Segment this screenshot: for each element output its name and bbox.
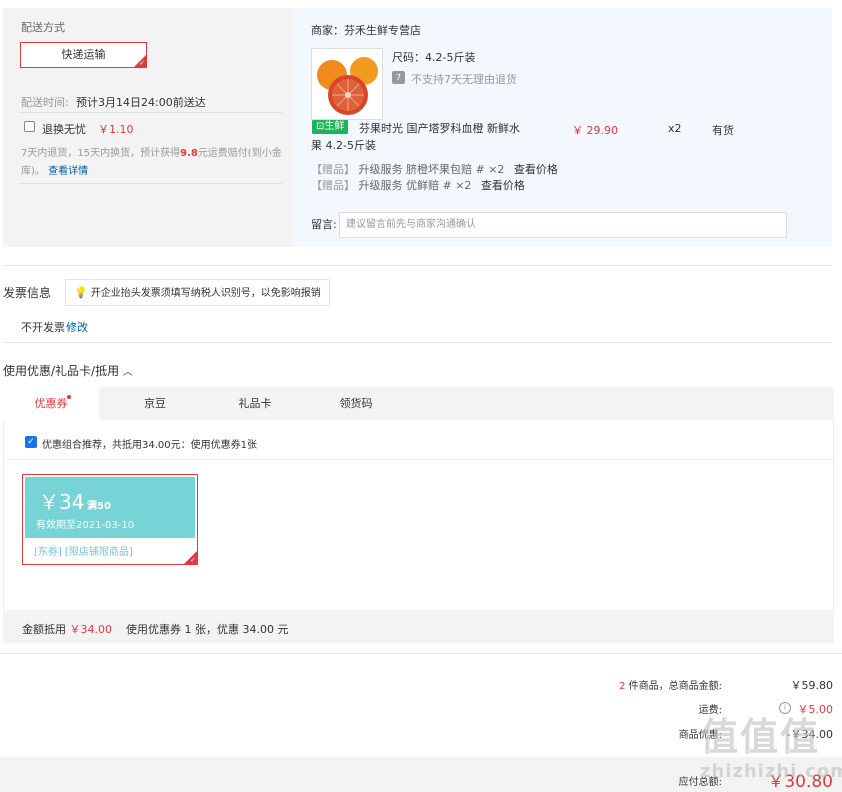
return-policy-text: 7天内退货，15天内换货，预计获得9.8元运费赔付(到小金库)。 查看详情 xyxy=(21,145,286,181)
return-text-part1: 7天内退货，15天内换货，预计获得 xyxy=(21,148,181,159)
tab-jingdou[interactable]: 京豆 xyxy=(110,387,200,420)
check-icon: ✓ xyxy=(139,59,145,67)
goods-total-label: 件商品，总商品金额: xyxy=(628,681,722,692)
note-label: 留言: xyxy=(311,218,337,231)
gift-item: 【赠品】 升级服务 优鲜赔 # ×2 查看价格 xyxy=(311,177,525,193)
product-quantity: x2 xyxy=(668,122,682,135)
view-price-link[interactable]: 查看价格 xyxy=(514,163,558,176)
tab-coupons[interactable]: 优惠券 xyxy=(3,387,99,420)
tab-label: 京豆 xyxy=(144,397,166,410)
coupon-condition: 满50 xyxy=(87,501,111,512)
product-image[interactable] xyxy=(311,48,383,120)
coupon-section-label: 使用优惠/礼品卡/抵用 xyxy=(3,364,120,378)
no-return-text: 不支持7天无理由退货 xyxy=(411,73,517,86)
tab-label: 领货码 xyxy=(339,397,373,410)
merchant-name: 商家：芬禾生鲜专营店 xyxy=(311,24,421,37)
coupon-section-title[interactable]: 使用优惠/礼品卡/抵用 ︿ xyxy=(3,362,133,379)
combo-recommend-text: 优惠组合推荐，共抵用34.00元：使用优惠券1张 xyxy=(42,440,257,451)
gift-tag: 【赠品】 xyxy=(311,163,355,176)
gift-text: 升级服务 脐橙坏果包赔 # ×2 xyxy=(358,163,505,176)
tab-gift-card[interactable]: 礼品卡 xyxy=(210,387,300,420)
check-icon: ✓ xyxy=(190,556,196,564)
goods-total: ￥59.80 xyxy=(790,679,834,692)
product-spec: 尺码：4.2-5斤装 xyxy=(392,51,476,64)
notification-dot xyxy=(67,395,71,399)
divider xyxy=(20,112,282,113)
summary-label: 金额抵用 xyxy=(22,623,66,636)
no-return-icon: 7 xyxy=(392,71,405,84)
invoice-title: 发票信息 xyxy=(3,286,52,300)
coupon-amount: ￥34 xyxy=(39,490,85,514)
summary-amount: ￥34.00 xyxy=(69,623,113,636)
view-price-link[interactable]: 查看价格 xyxy=(481,179,525,192)
divider xyxy=(4,459,833,460)
combo-recommend-checkbox[interactable]: ✓ xyxy=(25,436,37,448)
coupon-tags: [东券] [限店铺限商品] xyxy=(34,547,133,558)
divider xyxy=(20,183,282,184)
coupon-card[interactable]: ￥34 满50 有效期至2021-03-10 [东券] [限店铺限商品] ✓ xyxy=(22,474,198,565)
invoice-tip-text: 开企业抬头发票须填写纳税人识别号，以免影响报销 xyxy=(90,288,321,299)
return-amount: 9.8 xyxy=(180,148,198,159)
gift-text: 升级服务 优鲜赔 # ×2 xyxy=(358,179,472,192)
chevron-up-icon: ︿ xyxy=(122,367,133,378)
section-divider xyxy=(0,653,842,654)
express-shipping-button[interactable]: 快递运输 ✓ xyxy=(20,42,147,68)
coupon-summary: 金额抵用 ￥34.00 使用优惠券 1 张，优惠 34.00 元 xyxy=(22,621,288,637)
fresh-badge: ⊡生鲜 xyxy=(312,120,349,134)
section-divider xyxy=(3,342,832,343)
coupon-face: ￥34 满50 有效期至2021-03-10 xyxy=(25,477,195,538)
view-details-link[interactable]: 查看详情 xyxy=(48,166,88,177)
shipping-title: 配送方式 xyxy=(21,21,65,34)
delivery-time-value: 预计3月14日24:00前送达 xyxy=(76,96,206,109)
goods-count-label: 2 件商品，总商品金额: xyxy=(560,677,722,692)
lightbulb-icon: 💡 xyxy=(74,286,88,299)
coupon-expiry: 有效期至2021-03-10 xyxy=(36,520,135,531)
gift-item: 【赠品】 升级服务 脐橙坏果包赔 # ×2 查看价格 xyxy=(311,161,558,177)
gift-tag: 【赠品】 xyxy=(311,179,355,192)
worry-free-checkbox[interactable] xyxy=(24,121,35,132)
express-shipping-label: 快递运输 xyxy=(61,48,106,61)
tab-label: 优惠券 xyxy=(34,397,68,410)
worry-free-price: ￥1.10 xyxy=(98,123,134,136)
invoice-tip: 💡 开企业抬头发票须填写纳税人识别号，以免影响报销 xyxy=(65,279,330,306)
tab-label: 礼品卡 xyxy=(238,397,272,410)
worry-free-label: 退换无忧 xyxy=(42,123,86,136)
section-divider xyxy=(3,265,832,266)
goods-count: 2 xyxy=(619,681,626,692)
invoice-edit-link[interactable]: 修改 xyxy=(66,319,88,335)
product-stock: 有货 xyxy=(712,124,734,137)
product-price: ￥ 29.90 xyxy=(572,124,618,137)
summary-text: 使用优惠券 1 张，优惠 34.00 元 xyxy=(126,623,289,636)
tab-pickup-code[interactable]: 领货码 xyxy=(311,387,401,420)
delivery-time-label: 配送时间: xyxy=(21,96,69,109)
invoice-status: 不开发票 xyxy=(21,321,65,334)
fresh-badge-label: 生鲜 xyxy=(324,121,345,132)
watermark-logo: 值值值 xyxy=(700,715,821,759)
blood-orange-image xyxy=(317,57,378,115)
watermark-url: zhizhizhi.com xyxy=(700,761,842,782)
note-input[interactable]: 建议留言前先与商家沟通确认 xyxy=(339,212,787,238)
